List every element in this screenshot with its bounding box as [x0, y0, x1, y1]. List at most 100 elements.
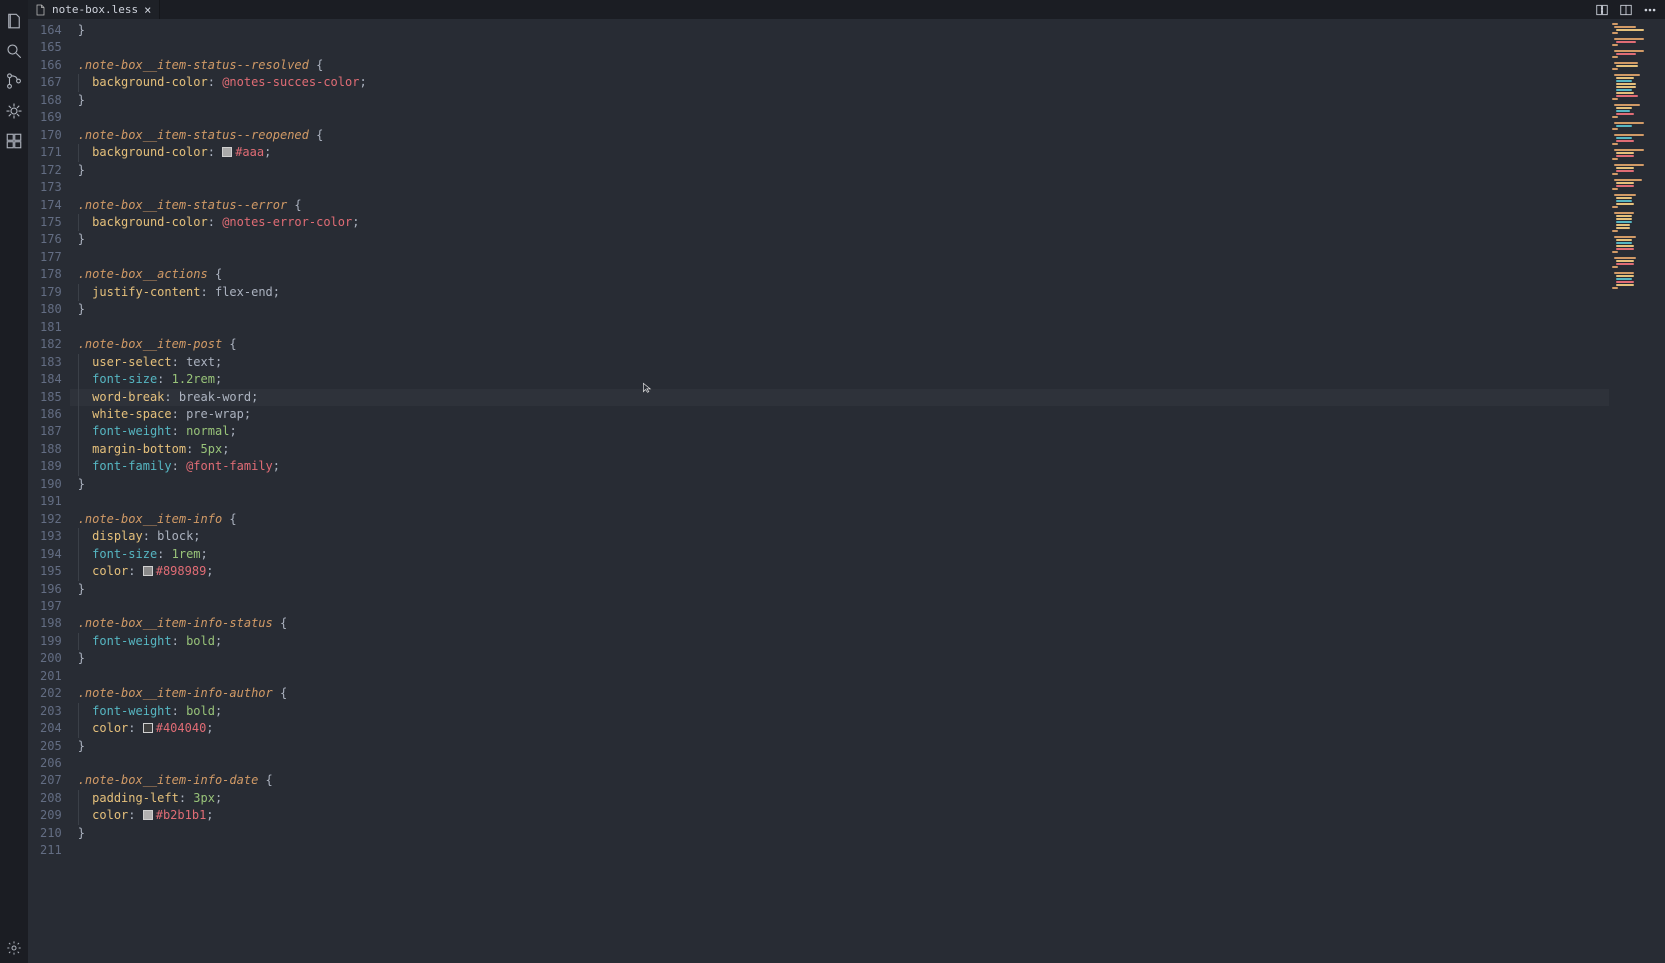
- code-line[interactable]: .note-box__item-info {: [78, 511, 1609, 528]
- code-line[interactable]: .note-box__item-info-author {: [78, 685, 1609, 702]
- code-line[interactable]: font-size: 1.2rem;: [78, 371, 1609, 388]
- code-line[interactable]: [78, 249, 1609, 266]
- diff-icon[interactable]: [1595, 3, 1609, 17]
- code-line[interactable]: [78, 598, 1609, 615]
- code-line[interactable]: background-color: @notes-succes-color;: [78, 74, 1609, 91]
- more-icon[interactable]: [1643, 3, 1657, 17]
- code-line[interactable]: }: [78, 738, 1609, 755]
- code-line[interactable]: .note-box__item-status--resolved {: [78, 57, 1609, 74]
- code-line[interactable]: font-weight: normal;: [78, 423, 1609, 440]
- code-content[interactable]: } .note-box__item-status--resolved { back…: [70, 19, 1609, 963]
- code-line[interactable]: }: [78, 650, 1609, 667]
- code-line[interactable]: [78, 842, 1609, 859]
- code-line[interactable]: user-select: text;: [78, 354, 1609, 371]
- close-icon[interactable]: ×: [144, 4, 151, 16]
- line-number: 204: [40, 720, 62, 737]
- code-line[interactable]: justify-content: flex-end;: [78, 284, 1609, 301]
- line-number: 197: [40, 598, 62, 615]
- line-number: 187: [40, 423, 62, 440]
- line-number-gutter: 1641651661671681691701711721731741751761…: [28, 19, 70, 963]
- code-line[interactable]: }: [78, 22, 1609, 39]
- line-number: 200: [40, 650, 62, 667]
- tab-bar: note-box.less ×: [28, 0, 1665, 19]
- code-line[interactable]: }: [78, 825, 1609, 842]
- line-number: 184: [40, 371, 62, 388]
- code-line[interactable]: background-color: @notes-error-color;: [78, 214, 1609, 231]
- code-line[interactable]: .note-box__item-status--error {: [78, 197, 1609, 214]
- code-line[interactable]: }: [78, 92, 1609, 109]
- line-number: 183: [40, 354, 62, 371]
- code-line[interactable]: .note-box__item-post {: [78, 336, 1609, 353]
- code-line[interactable]: font-weight: bold;: [78, 703, 1609, 720]
- line-number: 180: [40, 301, 62, 318]
- line-number: 167: [40, 74, 62, 91]
- code-line[interactable]: [78, 39, 1609, 56]
- color-swatch-icon[interactable]: [143, 566, 153, 576]
- line-number: 165: [40, 39, 62, 56]
- code-editor[interactable]: 1641651661671681691701711721731741751761…: [28, 19, 1609, 963]
- file-icon: [34, 4, 46, 16]
- line-number: 207: [40, 772, 62, 789]
- code-line[interactable]: font-weight: bold;: [78, 633, 1609, 650]
- line-number: 208: [40, 790, 62, 807]
- code-line[interactable]: [78, 755, 1609, 772]
- code-line[interactable]: display: block;: [78, 528, 1609, 545]
- split-editor-icon[interactable]: [1619, 3, 1633, 17]
- code-line[interactable]: .note-box__item-info-status {: [78, 615, 1609, 632]
- line-number: 169: [40, 109, 62, 126]
- line-number: 194: [40, 546, 62, 563]
- line-number: 177: [40, 249, 62, 266]
- code-line[interactable]: padding-left: 3px;: [78, 790, 1609, 807]
- line-number: 210: [40, 825, 62, 842]
- code-line[interactable]: font-size: 1rem;: [78, 546, 1609, 563]
- code-line[interactable]: .note-box__actions {: [78, 266, 1609, 283]
- source-control-icon[interactable]: [0, 66, 28, 96]
- code-line[interactable]: white-space: pre-wrap;: [78, 406, 1609, 423]
- line-number: 198: [40, 615, 62, 632]
- line-number: 196: [40, 581, 62, 598]
- files-icon[interactable]: [0, 6, 28, 36]
- code-line[interactable]: [78, 493, 1609, 510]
- line-number: 171: [40, 144, 62, 161]
- code-line[interactable]: }: [78, 301, 1609, 318]
- line-number: 189: [40, 458, 62, 475]
- line-number: 193: [40, 528, 62, 545]
- activity-bar: [0, 0, 28, 963]
- line-number: 211: [40, 842, 62, 859]
- code-line[interactable]: [78, 668, 1609, 685]
- code-line[interactable]: .note-box__item-info-date {: [78, 772, 1609, 789]
- code-line[interactable]: color: #898989;: [78, 563, 1609, 580]
- code-line[interactable]: [78, 179, 1609, 196]
- extensions-icon[interactable]: [0, 126, 28, 156]
- editor-actions: [1595, 0, 1665, 19]
- code-line[interactable]: font-family: @font-family;: [78, 458, 1609, 475]
- color-swatch-icon[interactable]: [143, 723, 153, 733]
- line-number: 164: [40, 22, 62, 39]
- code-line[interactable]: background-color: #aaa;: [78, 144, 1609, 161]
- code-line[interactable]: color: #b2b1b1;: [78, 807, 1609, 824]
- color-swatch-icon[interactable]: [143, 810, 153, 820]
- code-line[interactable]: word-break: break-word;: [78, 389, 1609, 406]
- line-number: 185: [40, 389, 62, 406]
- minimap[interactable]: [1609, 19, 1665, 963]
- search-icon[interactable]: [0, 36, 28, 66]
- debug-icon[interactable]: [0, 96, 28, 126]
- line-number: 191: [40, 493, 62, 510]
- line-number: 174: [40, 197, 62, 214]
- code-line[interactable]: margin-bottom: 5px;: [78, 441, 1609, 458]
- code-line[interactable]: }: [78, 231, 1609, 248]
- code-line[interactable]: [78, 109, 1609, 126]
- color-swatch-icon[interactable]: [222, 147, 232, 157]
- code-line[interactable]: }: [78, 476, 1609, 493]
- code-line[interactable]: [78, 319, 1609, 336]
- code-line[interactable]: }: [78, 162, 1609, 179]
- code-line[interactable]: }: [78, 581, 1609, 598]
- settings-gear-icon[interactable]: [0, 933, 28, 963]
- line-number: 190: [40, 476, 62, 493]
- code-line[interactable]: color: #404040;: [78, 720, 1609, 737]
- tab-note-box-less[interactable]: note-box.less ×: [28, 0, 160, 19]
- line-number: 181: [40, 319, 62, 336]
- code-line[interactable]: .note-box__item-status--reopened {: [78, 127, 1609, 144]
- line-number: 195: [40, 563, 62, 580]
- editor-group: note-box.less × 164165166167168169170171…: [28, 0, 1665, 963]
